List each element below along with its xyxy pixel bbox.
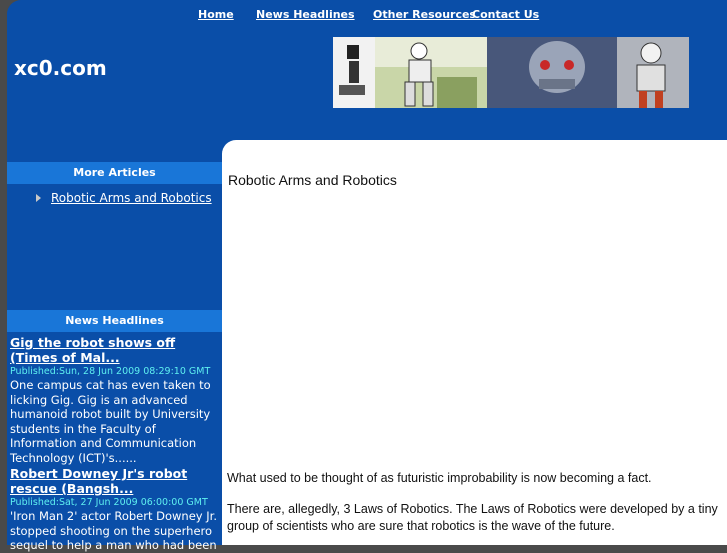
news-summary: 'Iron Man 2' actor Robert Downey Jr. sto… — [10, 509, 217, 552]
more-articles-heading: More Articles — [7, 162, 222, 184]
page-body: Home News Headlines Other Resources Cont… — [7, 0, 727, 552]
article-paragraph: There are, allegedly, 3 Laws of Robotics… — [227, 502, 718, 533]
nav-contact-us-link[interactable]: Contact Us — [472, 8, 539, 21]
nav-news-headlines-link[interactable]: News Headlines — [256, 8, 355, 21]
article-heading: Robotic Arms and Robotics — [228, 172, 397, 188]
site-logo: xc0.com — [14, 56, 107, 80]
nav-other-resources-link[interactable]: Other Resources — [373, 8, 476, 21]
article-paragraph: What used to be thought of as futuristic… — [227, 471, 652, 485]
main-content: Robotic Arms and Robotics What used to b… — [222, 140, 727, 545]
robot-collage-graphic — [333, 37, 689, 108]
news-published-date: Published:Sat, 27 Jun 2009 06:00:00 GMT — [10, 497, 208, 508]
news-item: Robert Downey Jr's robot rescue (Bangsh.… — [7, 465, 222, 553]
news-published-date: Published:Sun, 28 Jun 2009 08:29:10 GMT — [10, 366, 211, 377]
robot-banner-image — [333, 37, 689, 108]
sidebar: More Articles Robotic Arms and Robotics — [7, 162, 222, 205]
nav-home-link[interactable]: Home — [198, 8, 234, 21]
news-title-link[interactable]: Robert Downey Jr's robot rescue (Bangsh.… — [10, 466, 222, 496]
news-summary: One campus cat has even taken to licking… — [10, 378, 211, 465]
arrow-bullet-icon — [36, 194, 41, 202]
news-headlines-panel: News Headlines Gig the robot shows off (… — [7, 310, 222, 553]
news-title-link[interactable]: Gig the robot shows off (Times of Mal... — [10, 335, 222, 365]
article-link-robotic-arms[interactable]: Robotic Arms and Robotics — [51, 191, 212, 205]
news-item: Gig the robot shows off (Times of Mal...… — [7, 332, 222, 465]
news-headlines-heading: News Headlines — [7, 310, 222, 332]
